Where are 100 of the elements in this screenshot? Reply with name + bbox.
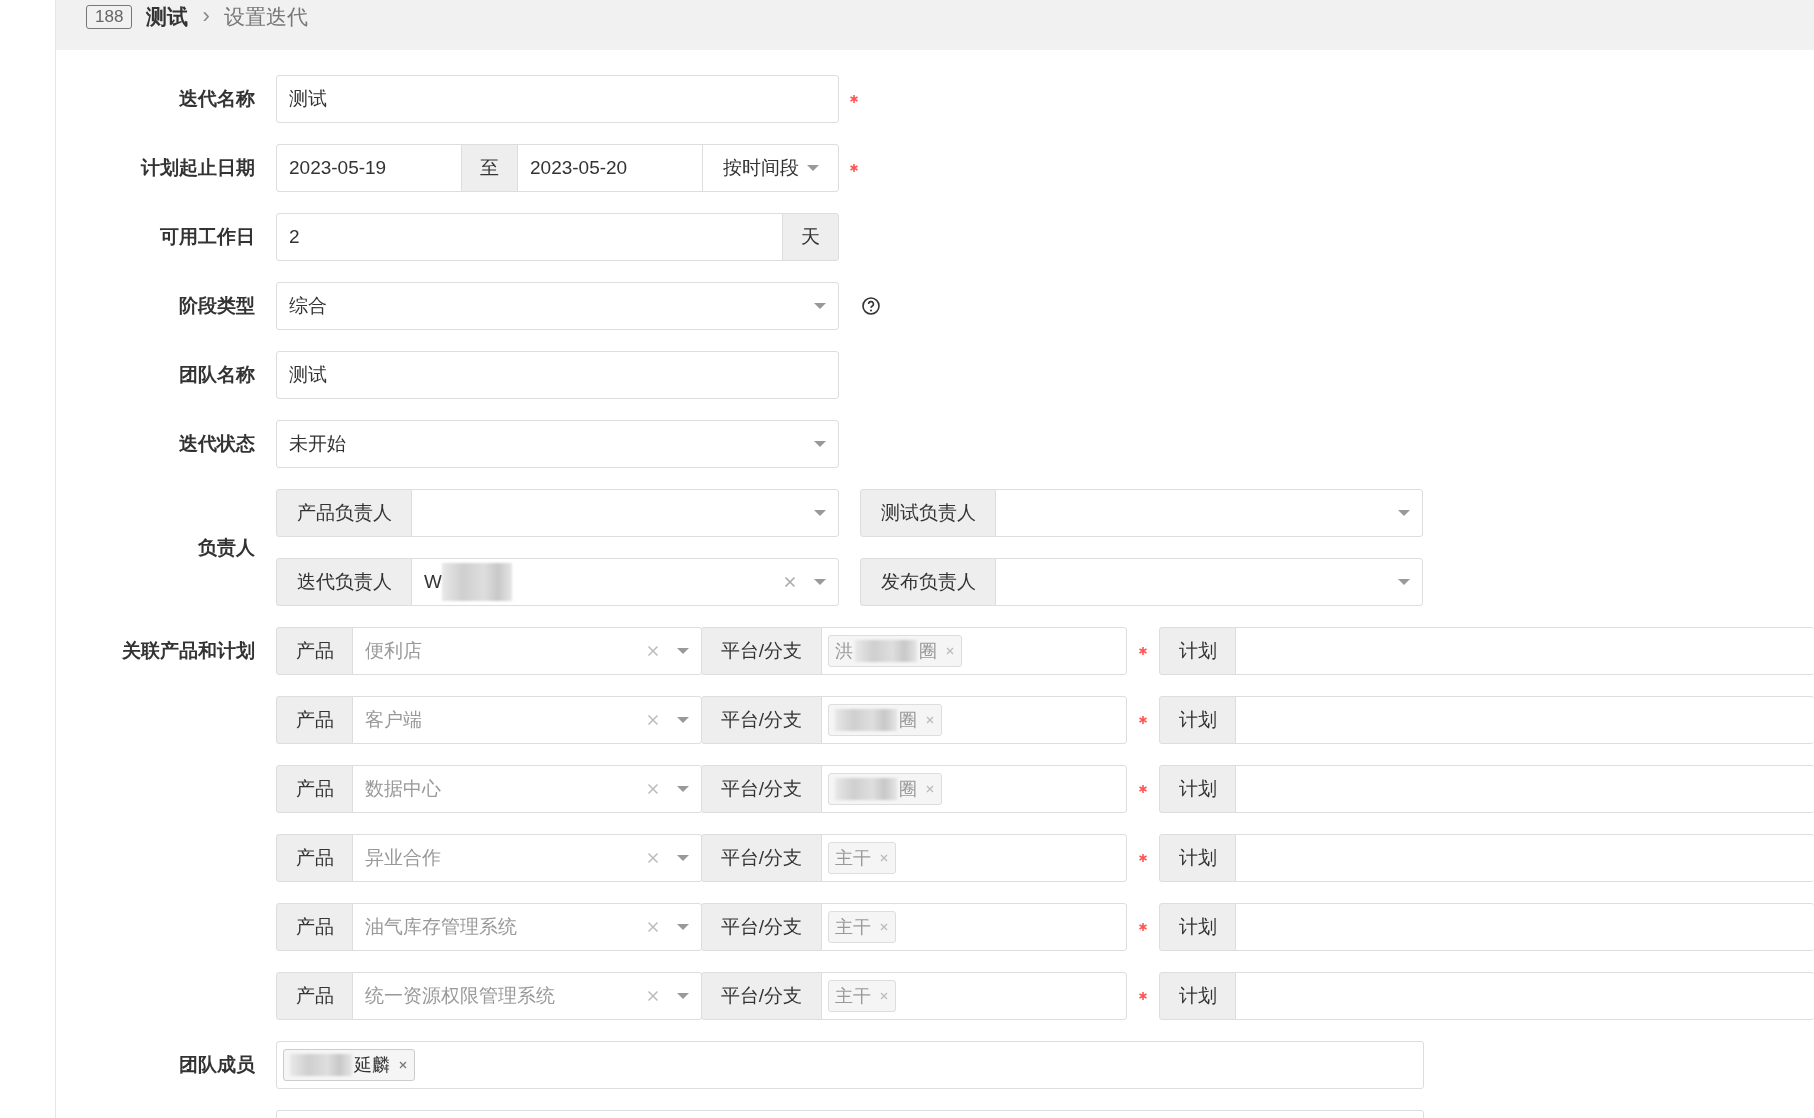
workdays-input[interactable]: 2 [276, 213, 783, 261]
product-label: 产品 [276, 834, 353, 882]
remove-icon[interactable] [945, 646, 955, 656]
owner-dropdown[interactable] [411, 489, 839, 537]
start-date-input[interactable]: 2023-05-19 [276, 144, 462, 192]
branch-field[interactable]: 主干 [821, 903, 1127, 951]
caret-icon [1398, 510, 1410, 516]
caret-icon [814, 303, 826, 309]
plan-field[interactable] [1235, 834, 1814, 882]
plan-label: 计划 [1159, 765, 1236, 813]
owner-dropdown[interactable]: W [411, 558, 839, 606]
plan-label: 计划 [1159, 696, 1236, 744]
plan-field[interactable] [1235, 696, 1814, 744]
branch-label: 平台/分支 [701, 834, 822, 882]
remove-icon[interactable] [398, 1060, 408, 1070]
branch-tag: 主干 [828, 842, 896, 874]
branch-field[interactable]: 圈 [821, 765, 1127, 813]
plan-label: 计划 [1159, 627, 1236, 675]
help-icon[interactable] [861, 296, 881, 316]
clear-icon[interactable] [647, 921, 659, 933]
product-label: 产品 [276, 696, 353, 744]
caret-icon [1398, 579, 1410, 585]
field-label: 团队成员 [178, 1053, 255, 1077]
end-date-input[interactable]: 2023-05-20 [517, 144, 703, 192]
plan-field[interactable] [1235, 972, 1814, 1020]
remove-icon[interactable] [925, 715, 935, 725]
clear-icon[interactable] [647, 990, 659, 1002]
page-title: 设置迭代 [223, 4, 308, 30]
owner-dropdown[interactable] [995, 558, 1423, 606]
branch-tag: 主干 [828, 980, 896, 1012]
product-label: 产品 [276, 903, 353, 951]
product-dropdown[interactable]: 客户端 [352, 696, 702, 744]
clear-icon[interactable] [647, 852, 659, 864]
branch-tag: 洪 圈 [828, 635, 962, 667]
owner-label: 产品负责人 [276, 489, 412, 537]
caret-icon [806, 165, 819, 171]
plan-field[interactable] [1235, 627, 1814, 675]
unit-label: 天 [782, 213, 839, 261]
caret-icon [677, 717, 689, 723]
caret-icon [677, 786, 689, 792]
id-badge: 188 [86, 5, 133, 29]
status-dropdown[interactable]: 未开始 [276, 420, 839, 468]
caret-icon [677, 855, 689, 861]
product-label: 产品 [276, 765, 353, 813]
members-field[interactable]: 延麟 [276, 1041, 1424, 1089]
branch-label: 平台/分支 [701, 765, 822, 813]
field-label: 计划起止日期 [139, 156, 255, 180]
clear-icon[interactable] [647, 645, 659, 657]
clear-icon[interactable] [784, 576, 796, 588]
product-dropdown[interactable]: 异业合作 [352, 834, 702, 882]
branch-tag: 圈 [828, 704, 942, 736]
owner-label: 发布负责人 [860, 558, 996, 606]
clear-icon[interactable] [647, 783, 659, 795]
remove-icon[interactable] [879, 853, 889, 863]
remove-icon[interactable] [925, 784, 935, 794]
caret-icon [814, 510, 826, 516]
branch-field[interactable]: 主干 [821, 972, 1127, 1020]
branch-field[interactable]: 洪 圈 [821, 627, 1127, 675]
branch-label: 平台/分支 [701, 696, 822, 744]
plan-field[interactable] [1235, 903, 1814, 951]
branch-label: 平台/分支 [701, 627, 822, 675]
plan-field[interactable] [1235, 765, 1814, 813]
product-label: 产品 [276, 972, 353, 1020]
caret-icon [677, 648, 689, 654]
project-link[interactable]: 测试 [146, 3, 189, 31]
field-label: 关联产品和计划 [121, 639, 255, 663]
product-dropdown[interactable]: 便利店 [352, 627, 702, 675]
field-label: 阶段类型 [178, 294, 255, 318]
field-label: 负责人 [197, 535, 255, 560]
field-label: 可用工作日 [159, 225, 255, 249]
field-label: 团队名称 [178, 363, 255, 387]
product-dropdown[interactable]: 数据中心 [352, 765, 702, 813]
caret-icon [677, 993, 689, 999]
owner-dropdown[interactable] [995, 489, 1423, 537]
owner-label: 迭代负责人 [276, 558, 412, 606]
caret-icon [814, 579, 826, 585]
plan-label: 计划 [1159, 972, 1236, 1020]
product-label: 产品 [276, 627, 353, 675]
team-name-input[interactable]: 测试 [276, 351, 839, 399]
remove-icon[interactable] [879, 991, 889, 1001]
name-input[interactable]: 测试 [276, 75, 839, 123]
branch-field[interactable]: 主干 [821, 834, 1127, 882]
branch-label: 平台/分支 [701, 972, 822, 1020]
stage-type-dropdown[interactable]: 综合 [276, 282, 839, 330]
branch-tag: 圈 [828, 773, 942, 805]
date-joiner: 至 [461, 144, 518, 192]
mode-dropdown[interactable]: 按时间段 [702, 144, 839, 192]
caret-icon [814, 441, 826, 447]
branch-field[interactable]: 圈 [821, 696, 1127, 744]
branch-tag: 主干 [828, 911, 896, 943]
product-dropdown[interactable]: 油气库存管理系统 [352, 903, 702, 951]
clear-icon[interactable] [647, 714, 659, 726]
product-dropdown[interactable]: 统一资源权限管理系统 [352, 972, 702, 1020]
remove-icon[interactable] [879, 922, 889, 932]
field-label: 迭代状态 [178, 432, 255, 456]
member-tag: 延麟 [283, 1049, 415, 1081]
owner-label: 测试负责人 [860, 489, 996, 537]
plan-label: 计划 [1159, 903, 1236, 951]
breadcrumb-separator: › [202, 3, 210, 29]
plan-label: 计划 [1159, 834, 1236, 882]
